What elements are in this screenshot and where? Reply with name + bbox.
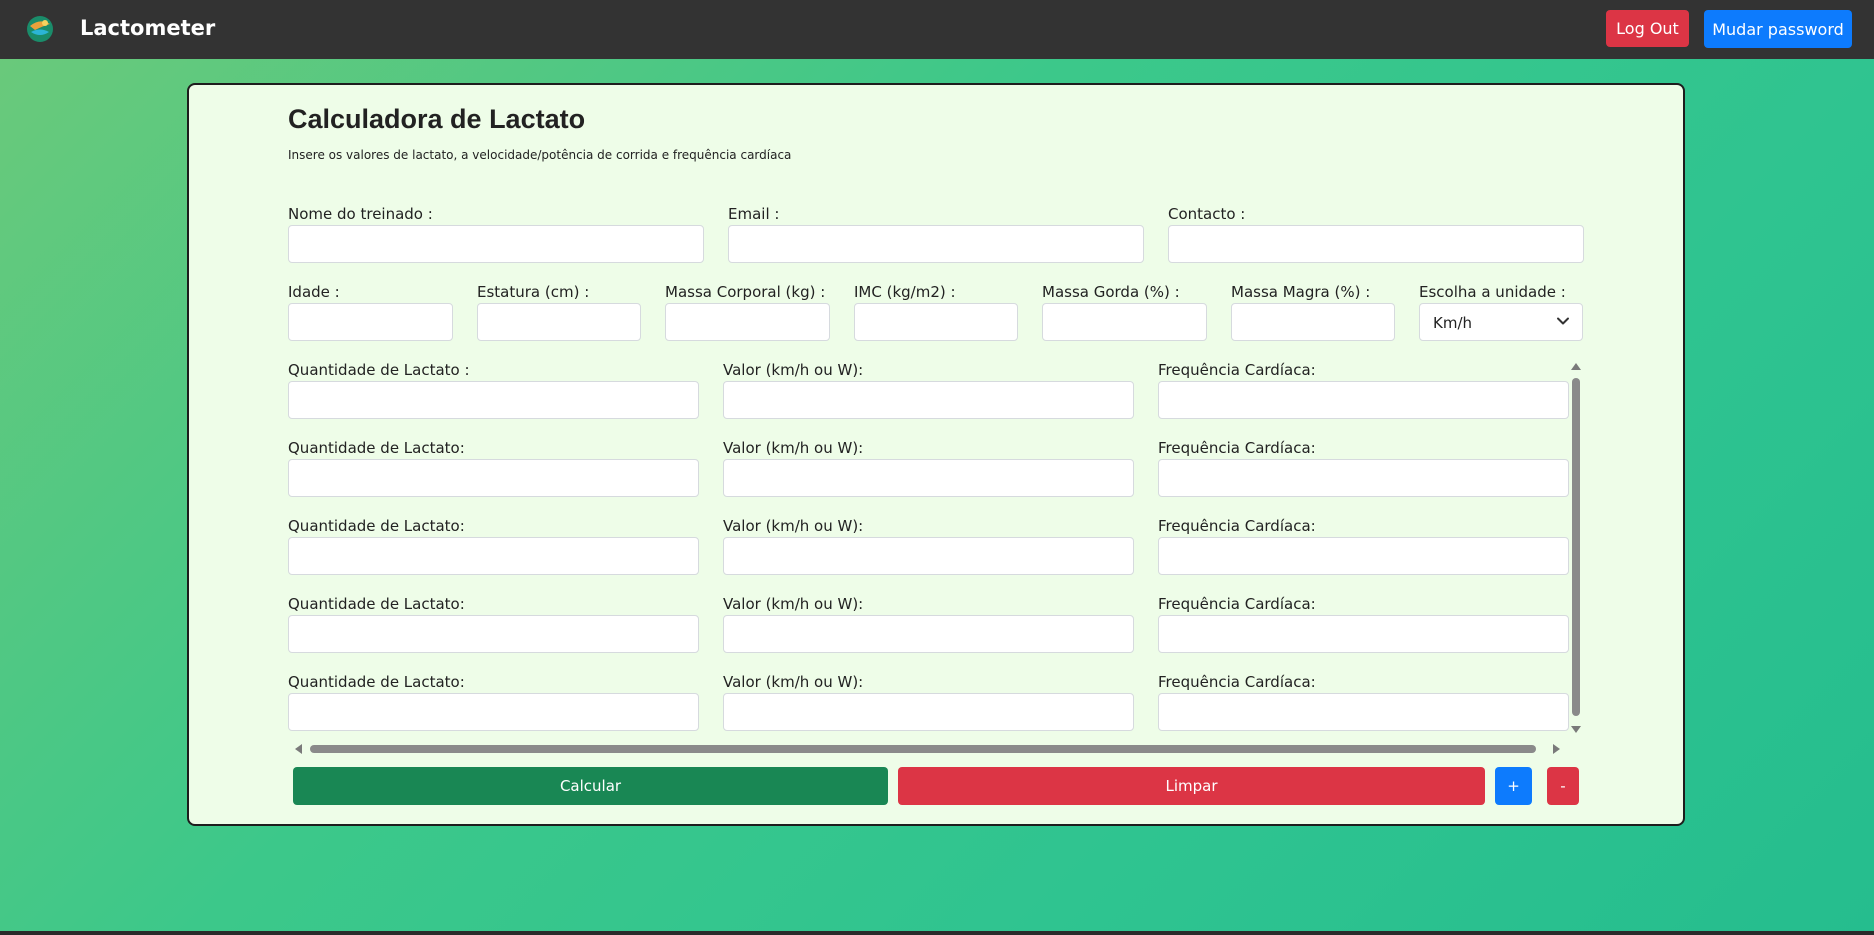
email-input[interactable] — [728, 225, 1144, 263]
massa-gorda-label: Massa Gorda (%) : — [1042, 283, 1180, 301]
unit-select[interactable]: Km/h — [1419, 303, 1583, 341]
scroll-down-icon[interactable] — [1571, 726, 1581, 733]
estatura-input[interactable] — [477, 303, 641, 341]
lactato-input[interactable] — [288, 459, 699, 497]
navbar: Lactometer Log Out Mudar password — [0, 0, 1874, 59]
idade-input[interactable] — [288, 303, 453, 341]
fc-label: Frequência Cardíaca: — [1158, 595, 1316, 613]
valor-input[interactable] — [723, 693, 1134, 731]
imc-label: IMC (kg/m2) : — [854, 283, 956, 301]
scroll-right-icon[interactable] — [1553, 744, 1560, 754]
add-row-button[interactable]: + — [1495, 767, 1532, 805]
valor-label: Valor (km/h ou W): — [723, 673, 864, 691]
valor-label: Valor (km/h ou W): — [723, 517, 864, 535]
massa-corporal-label: Massa Corporal (kg) : — [665, 283, 826, 301]
fc-label: Frequência Cardíaca: — [1158, 439, 1316, 457]
lactato-label: Quantidade de Lactato: — [288, 517, 465, 535]
page-subtitle: Insere os valores de lactato, a velocida… — [288, 148, 792, 162]
valor-label: Valor (km/h ou W): — [723, 361, 864, 379]
lactato-label: Quantidade de Lactato: — [288, 595, 465, 613]
limpar-button[interactable]: Limpar — [898, 767, 1485, 805]
nome-label: Nome do treinado : — [288, 205, 433, 223]
lactato-label: Quantidade de Lactato: — [288, 673, 465, 691]
valor-label: Valor (km/h ou W): — [723, 595, 864, 613]
remove-row-button[interactable]: - — [1547, 767, 1579, 805]
change-password-button[interactable]: Mudar password — [1704, 10, 1852, 48]
massa-gorda-input[interactable] — [1042, 303, 1207, 341]
contacto-input[interactable] — [1168, 225, 1584, 263]
lactato-label: Quantidade de Lactato : — [288, 361, 470, 379]
massa-magra-label: Massa Magra (%) : — [1231, 283, 1371, 301]
vertical-scrollbar-thumb[interactable] — [1572, 378, 1580, 716]
imc-input[interactable] — [854, 303, 1018, 341]
calcular-button[interactable]: Calcular — [293, 767, 888, 805]
horizontal-scrollbar-thumb[interactable] — [310, 745, 1536, 753]
page-title: Calculadora de Lactato — [288, 104, 586, 134]
chevron-down-icon — [1557, 317, 1569, 325]
valor-input[interactable] — [723, 459, 1134, 497]
massa-magra-input[interactable] — [1231, 303, 1395, 341]
fc-label: Frequência Cardíaca: — [1158, 673, 1316, 691]
lactato-label: Quantidade de Lactato: — [288, 439, 465, 457]
fc-input[interactable] — [1158, 693, 1569, 731]
lactato-input[interactable] — [288, 381, 699, 419]
logo-icon — [27, 16, 53, 42]
unit-select-value: Km/h — [1433, 314, 1473, 332]
email-label: Email : — [728, 205, 780, 223]
massa-corporal-input[interactable] — [665, 303, 830, 341]
logout-button[interactable]: Log Out — [1606, 10, 1689, 47]
bottom-border — [0, 931, 1874, 935]
nome-input[interactable] — [288, 225, 704, 263]
fc-label: Frequência Cardíaca: — [1158, 361, 1316, 379]
valor-label: Valor (km/h ou W): — [723, 439, 864, 457]
lactato-input[interactable] — [288, 537, 699, 575]
estatura-label: Estatura (cm) : — [477, 283, 590, 301]
fc-input[interactable] — [1158, 381, 1569, 419]
lactato-input[interactable] — [288, 693, 699, 731]
fc-input[interactable] — [1158, 537, 1569, 575]
fc-input[interactable] — [1158, 459, 1569, 497]
scroll-left-icon[interactable] — [295, 744, 302, 754]
contacto-label: Contacto : — [1168, 205, 1246, 223]
lactato-input[interactable] — [288, 615, 699, 653]
fc-input[interactable] — [1158, 615, 1569, 653]
unidade-label: Escolha a unidade : — [1419, 283, 1566, 301]
valor-input[interactable] — [723, 381, 1134, 419]
brand-name[interactable]: Lactometer — [80, 16, 215, 40]
fc-label: Frequência Cardíaca: — [1158, 517, 1316, 535]
valor-input[interactable] — [723, 615, 1134, 653]
idade-label: Idade : — [288, 283, 340, 301]
valor-input[interactable] — [723, 537, 1134, 575]
scroll-up-icon[interactable] — [1571, 363, 1581, 370]
